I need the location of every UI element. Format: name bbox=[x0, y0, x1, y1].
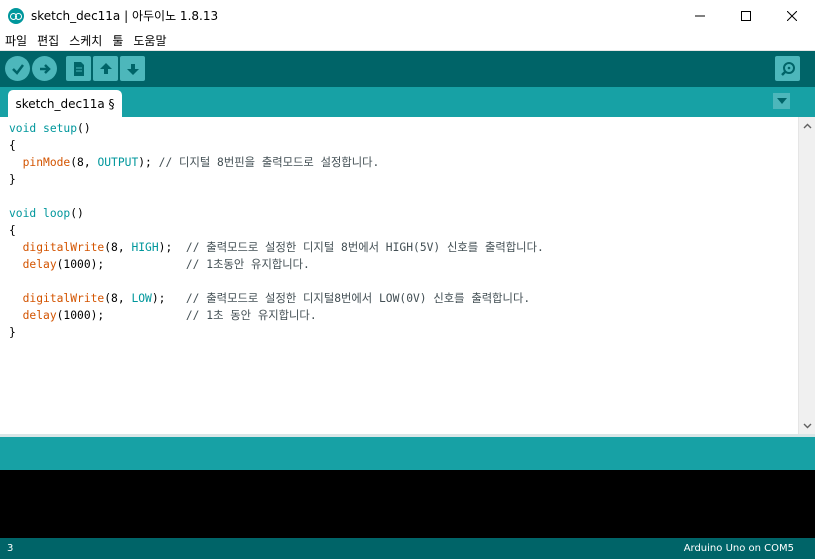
menu-sketch[interactable]: 스케치 bbox=[64, 32, 107, 49]
close-icon bbox=[787, 10, 797, 21]
tab-sketch[interactable]: sketch_dec11a § bbox=[8, 90, 122, 117]
line-number: 3 bbox=[7, 543, 14, 554]
tab-menu-button[interactable] bbox=[773, 93, 790, 109]
code-token: (8, bbox=[104, 241, 132, 254]
code-token: delay bbox=[22, 309, 57, 322]
new-button[interactable] bbox=[66, 56, 91, 81]
save-icon bbox=[126, 63, 139, 75]
code-editor[interactable]: void setup(){ pinMode(8, OUTPUT); // 디지털… bbox=[0, 117, 815, 434]
code-token: loop bbox=[43, 207, 71, 220]
upload-button[interactable] bbox=[32, 56, 57, 81]
code-token: // 출력모드로 설정한 디지털8번에서 LOW(0V) 신호를 출력합니다. bbox=[185, 292, 531, 305]
code-token: } bbox=[9, 173, 16, 186]
code-token: digitalWrite bbox=[22, 241, 105, 254]
code-line: digitalWrite(8, HIGH); // 출력모드로 설정한 디지털 … bbox=[9, 239, 544, 256]
code-token: // 1초 동안 유지합니다. bbox=[185, 309, 317, 322]
new-icon bbox=[73, 61, 84, 76]
code-token: setup bbox=[43, 122, 78, 135]
code-token: (1000); bbox=[56, 309, 186, 322]
verify-icon bbox=[11, 63, 24, 75]
arduino-logo-icon bbox=[8, 7, 24, 24]
code-line: void setup() bbox=[9, 120, 544, 137]
close-button[interactable] bbox=[769, 0, 815, 31]
code-line: } bbox=[9, 171, 544, 188]
code-token: ); bbox=[151, 292, 186, 305]
toolbar bbox=[0, 51, 815, 87]
window-title: sketch_dec11a | 아두이노 1.8.13 bbox=[31, 9, 219, 23]
scroll-down-button[interactable] bbox=[799, 417, 815, 434]
code-line: { bbox=[9, 137, 544, 154]
code-token: { bbox=[9, 224, 16, 237]
status-bar: 3 Arduino Uno on COM5 bbox=[0, 538, 815, 559]
maximize-button[interactable] bbox=[723, 0, 769, 31]
menu-tools[interactable]: 툴 bbox=[107, 32, 128, 49]
chevron-up-icon bbox=[803, 123, 812, 128]
code-line: void loop() bbox=[9, 205, 544, 222]
menu-bar: 파일 편집 스케치 툴 도움말 bbox=[0, 31, 815, 51]
code-token: (1000); bbox=[56, 258, 186, 271]
code-token: void bbox=[9, 207, 37, 220]
chevron-down-icon bbox=[776, 98, 787, 104]
code-token: void bbox=[9, 122, 37, 135]
code-token: (8, bbox=[70, 156, 98, 169]
verify-button[interactable] bbox=[5, 56, 30, 81]
title-bar: sketch_dec11a | 아두이노 1.8.13 bbox=[0, 0, 815, 31]
menu-help[interactable]: 도움말 bbox=[128, 32, 171, 49]
save-button[interactable] bbox=[120, 56, 145, 81]
console-output bbox=[0, 470, 815, 538]
code-token: (8, bbox=[104, 292, 132, 305]
code-line: } bbox=[9, 324, 544, 341]
code-token: } bbox=[9, 326, 16, 339]
open-button[interactable] bbox=[93, 56, 118, 81]
minimize-icon bbox=[695, 15, 705, 16]
code-line: { bbox=[9, 222, 544, 239]
board-port-label: Arduino Uno on COM5 bbox=[683, 543, 794, 554]
message-bar bbox=[0, 437, 815, 470]
vertical-scrollbar[interactable] bbox=[798, 117, 815, 434]
chevron-down-icon bbox=[803, 423, 812, 428]
window-controls bbox=[677, 0, 815, 31]
code-token: LOW bbox=[131, 292, 152, 305]
code-token: OUTPUT bbox=[97, 156, 139, 169]
code-token: { bbox=[9, 139, 16, 152]
serial-monitor-icon bbox=[780, 61, 795, 76]
code-token: HIGH bbox=[131, 241, 159, 254]
code-token: ); bbox=[138, 156, 159, 169]
code-token: () bbox=[70, 207, 84, 220]
code-area[interactable]: void setup(){ pinMode(8, OUTPUT); // 디지털… bbox=[9, 120, 544, 341]
minimize-button[interactable] bbox=[677, 0, 723, 31]
tab-strip: sketch_dec11a § bbox=[0, 87, 815, 117]
code-line: pinMode(8, OUTPUT); // 디지털 8번핀을 출력모드로 설정… bbox=[9, 154, 544, 171]
code-token: delay bbox=[22, 258, 57, 271]
scroll-up-button[interactable] bbox=[799, 117, 815, 134]
serial-monitor-button[interactable] bbox=[775, 56, 800, 81]
code-token: // 출력모드로 설정한 디지털 8번에서 HIGH(5V) 신호를 출력합니다… bbox=[185, 241, 544, 254]
menu-file[interactable]: 파일 bbox=[0, 32, 32, 49]
code-line: digitalWrite(8, LOW); // 출력모드로 설정한 디지털8번… bbox=[9, 290, 544, 307]
code-token: ); bbox=[158, 241, 186, 254]
code-token: // 1초동안 유지합니다. bbox=[185, 258, 310, 271]
open-icon bbox=[99, 62, 112, 74]
code-token: digitalWrite bbox=[22, 292, 105, 305]
menu-edit[interactable]: 편집 bbox=[32, 32, 64, 49]
code-token: () bbox=[77, 122, 91, 135]
code-token: pinMode bbox=[22, 156, 71, 169]
code-line: delay(1000); // 1초동안 유지합니다. bbox=[9, 256, 544, 273]
upload-icon bbox=[39, 63, 51, 74]
code-line: delay(1000); // 1초 동안 유지합니다. bbox=[9, 307, 544, 324]
maximize-icon bbox=[741, 10, 751, 21]
code-token: // 디지털 8번핀을 출력모드로 설정합니다. bbox=[158, 156, 380, 169]
